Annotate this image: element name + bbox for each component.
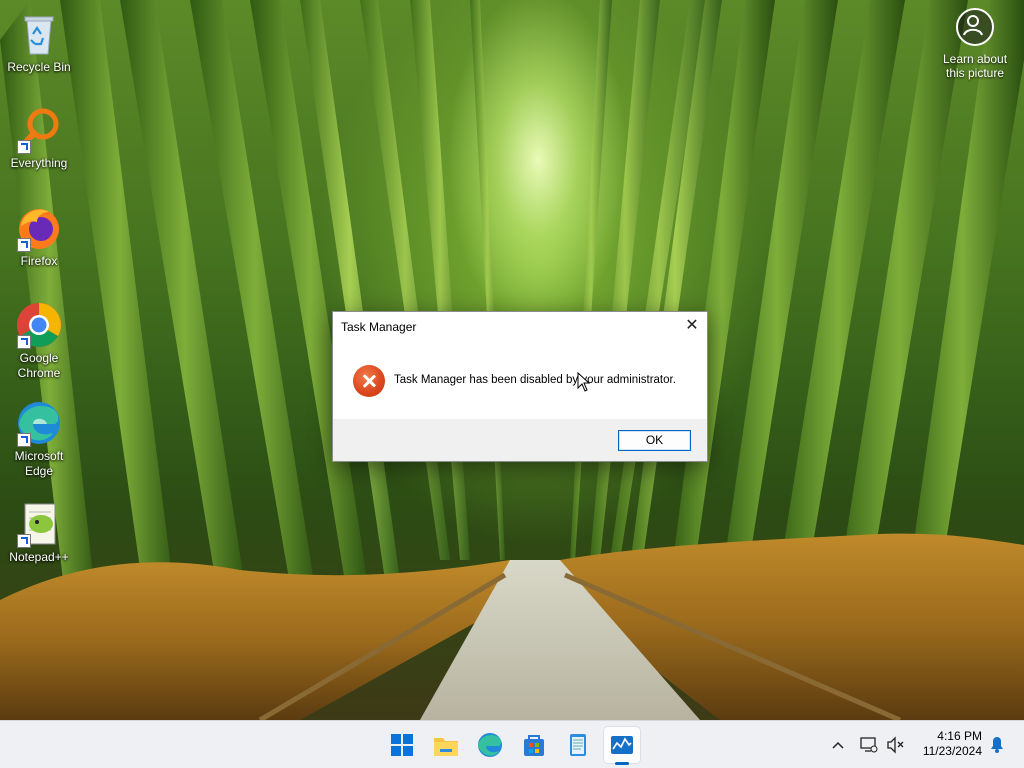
camera-icon	[956, 8, 994, 46]
shortcut-arrow-icon	[17, 238, 31, 252]
desktop-icon-everything[interactable]: Everything	[1, 106, 77, 171]
shortcut-arrow-icon	[17, 534, 31, 548]
recycle-bin-icon	[15, 10, 63, 58]
dialog-message: Task Manager has been disabled by your a…	[394, 374, 676, 386]
desktop-icon-label: Everything	[10, 156, 68, 170]
mouse-cursor-icon	[577, 372, 591, 392]
task-manager-icon	[611, 736, 633, 754]
tray-network[interactable]	[858, 721, 880, 768]
shortcut-arrow-icon	[17, 140, 31, 154]
taskbar-file-explorer[interactable]	[428, 727, 464, 763]
desktop-icon-label: Recycle Bin	[7, 60, 71, 74]
clock[interactable]: 4:16 PM 11/23/2024	[906, 729, 982, 759]
notepad-plus-plus-icon	[15, 500, 63, 548]
firefox-icon	[15, 204, 63, 252]
edge-icon	[15, 399, 63, 447]
network-icon	[860, 737, 878, 753]
dialog-footer: OK	[333, 419, 707, 461]
taskbar-edge[interactable]	[472, 727, 508, 763]
desktop-icon-label: Firefox	[20, 254, 58, 268]
start-icon	[391, 734, 413, 756]
shortcut-arrow-icon	[17, 433, 31, 447]
taskbar-store[interactable]	[516, 727, 552, 763]
close-icon[interactable]: ✕	[677, 312, 707, 340]
taskbar-notepad[interactable]	[560, 727, 596, 763]
desktop-icon-notepad-plus-plus[interactable]: Notepad++	[1, 500, 77, 565]
error-icon	[353, 365, 385, 397]
tray-volume[interactable]	[884, 721, 906, 768]
chrome-icon	[15, 301, 63, 349]
start-button[interactable]	[384, 727, 420, 763]
desktop-icon-recycle-bin[interactable]: Recycle Bin	[1, 10, 77, 75]
desktop-icon-label: Google Chrome	[17, 351, 61, 380]
clock-date: 11/23/2024	[922, 744, 982, 758]
active-indicator	[615, 762, 629, 765]
clock-time: 4:16 PM	[937, 729, 982, 743]
volume-muted-icon	[887, 736, 904, 754]
edge-icon	[478, 733, 502, 757]
desktop-icon-google-chrome[interactable]: Google Chrome	[1, 301, 77, 381]
tray-notifications[interactable]	[986, 721, 1008, 768]
ok-button[interactable]: OK	[618, 430, 691, 451]
desktop-icon-label: Microsoft Edge	[14, 449, 64, 478]
chevron-up-icon	[832, 741, 844, 749]
spotlight-label: Learn about this picture	[942, 52, 1008, 80]
everything-icon	[15, 106, 63, 154]
bell-icon	[991, 737, 1003, 753]
dialog-body: Task Manager has been disabled by your a…	[333, 341, 707, 419]
dialog-title: Task Manager	[341, 320, 417, 334]
tray-overflow-chevron[interactable]	[830, 721, 846, 768]
desktop-icon-firefox[interactable]: Firefox	[1, 204, 77, 269]
taskbar: 4:16 PM 11/23/2024	[0, 720, 1024, 768]
spotlight-learn-about-picture[interactable]: Learn about this picture	[934, 8, 1016, 80]
task-manager-error-dialog: Task Manager ✕ Task Manager has been dis…	[332, 311, 708, 462]
file-explorer-icon	[434, 738, 458, 756]
desktop-icon-label: Notepad++	[9, 550, 69, 564]
taskbar-task-manager[interactable]	[604, 727, 640, 765]
shortcut-arrow-icon	[17, 335, 31, 349]
desktop-icon-microsoft-edge[interactable]: Microsoft Edge	[1, 399, 77, 479]
store-icon	[524, 735, 544, 756]
notepad-icon	[570, 734, 586, 756]
